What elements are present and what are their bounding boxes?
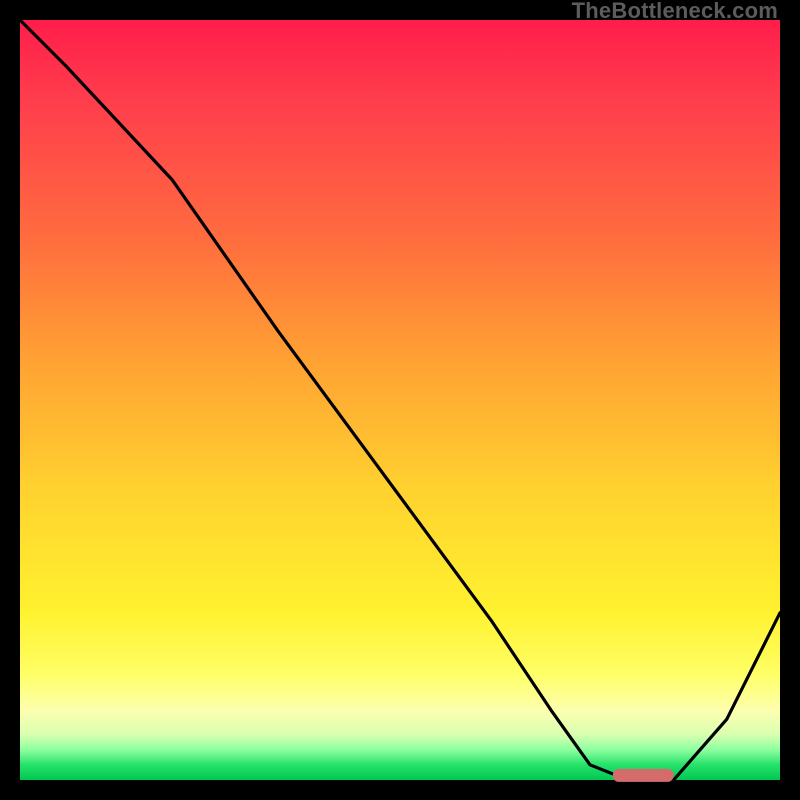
- watermark-text: TheBottleneck.com: [572, 0, 778, 22]
- chart-frame: TheBottleneck.com: [0, 0, 800, 800]
- chart-svg: [20, 20, 780, 780]
- bottleneck-curve-line: [20, 20, 780, 780]
- optimal-range-marker: [613, 769, 674, 782]
